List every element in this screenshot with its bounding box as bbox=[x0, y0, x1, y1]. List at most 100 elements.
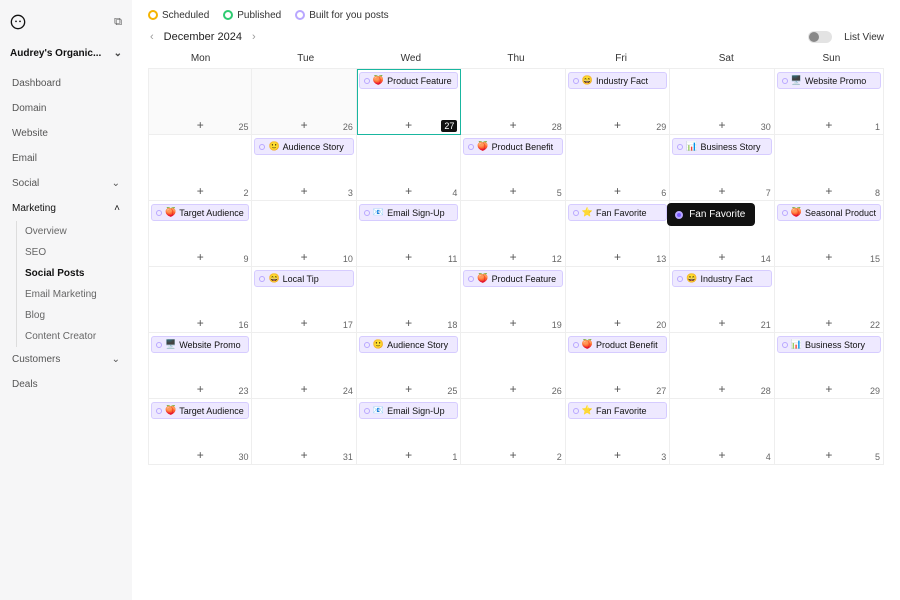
add-event-button[interactable]: + bbox=[197, 382, 204, 396]
calendar-cell[interactable]: +24 bbox=[252, 333, 356, 399]
add-event-button[interactable]: + bbox=[405, 184, 412, 198]
calendar-event[interactable]: ⭐Fan Favorite bbox=[568, 402, 667, 419]
calendar-cell[interactable]: 🙂Audience Story+3 bbox=[252, 135, 356, 201]
sidebar-item-dashboard[interactable]: Dashboard bbox=[10, 71, 122, 96]
add-event-button[interactable]: + bbox=[825, 250, 832, 264]
calendar-event[interactable]: 📧Email Sign-Up bbox=[359, 402, 458, 419]
calendar-event[interactable]: 🖥️Website Promo bbox=[151, 336, 249, 353]
calendar-cell[interactable]: +10 bbox=[252, 201, 356, 267]
add-event-button[interactable]: + bbox=[301, 316, 308, 330]
add-event-button[interactable]: + bbox=[510, 448, 517, 462]
calendar-event[interactable]: 🍑Product Benefit bbox=[568, 336, 667, 353]
add-event-button[interactable]: + bbox=[405, 118, 412, 132]
add-event-button[interactable]: + bbox=[718, 382, 725, 396]
calendar-cell[interactable]: +4 bbox=[357, 135, 461, 201]
sidebar-item-deals[interactable]: Deals bbox=[10, 372, 122, 397]
calendar-event[interactable]: 🍑Target Audience bbox=[151, 402, 249, 419]
store-selector[interactable]: Audrey's Organic... ⌄ bbox=[10, 48, 122, 59]
calendar-cell[interactable]: +31 bbox=[252, 399, 356, 465]
add-event-button[interactable]: + bbox=[510, 316, 517, 330]
add-event-button[interactable]: + bbox=[197, 184, 204, 198]
add-event-button[interactable]: + bbox=[405, 316, 412, 330]
calendar-cell[interactable]: 😄Industry Fact+21 bbox=[670, 267, 774, 333]
add-event-button[interactable]: + bbox=[718, 118, 725, 132]
calendar-cell[interactable]: +28 bbox=[461, 69, 565, 135]
calendar-event[interactable]: 🖥️Website Promo bbox=[777, 72, 881, 89]
add-event-button[interactable]: + bbox=[614, 382, 621, 396]
calendar-cell[interactable]: +2 bbox=[461, 399, 565, 465]
add-event-button[interactable]: + bbox=[718, 448, 725, 462]
next-month-button[interactable]: › bbox=[250, 31, 258, 43]
sidebar-item-email[interactable]: Email bbox=[10, 146, 122, 171]
calendar-cell[interactable]: +18 bbox=[357, 267, 461, 333]
sidebar-item-social[interactable]: Social⌄ bbox=[10, 171, 122, 196]
list-view-toggle[interactable] bbox=[808, 31, 832, 43]
add-event-button[interactable]: + bbox=[197, 316, 204, 330]
calendar-cell[interactable]: ⭐Fan Favorite+3 bbox=[566, 399, 670, 465]
calendar-cell[interactable]: 🖥️Website Promo+1 bbox=[775, 69, 884, 135]
add-event-button[interactable]: + bbox=[301, 250, 308, 264]
calendar-cell[interactable]: +20 bbox=[566, 267, 670, 333]
sidebar-item-domain[interactable]: Domain bbox=[10, 96, 122, 121]
add-event-button[interactable]: + bbox=[718, 184, 725, 198]
add-event-button[interactable]: + bbox=[825, 316, 832, 330]
calendar-event[interactable]: 📧Email Sign-Up bbox=[359, 204, 458, 221]
collapse-sidebar-icon[interactable]: ⧉ bbox=[114, 16, 122, 29]
add-event-button[interactable]: + bbox=[510, 118, 517, 132]
add-event-button[interactable]: + bbox=[718, 250, 725, 264]
add-event-button[interactable]: + bbox=[614, 316, 621, 330]
calendar-cell[interactable]: +28 bbox=[670, 333, 774, 399]
calendar-event[interactable]: 🙂Audience Story bbox=[359, 336, 458, 353]
calendar-cell[interactable]: 📧Email Sign-Up+1 bbox=[357, 399, 461, 465]
calendar-cell[interactable]: 🍑Target Audience+9 bbox=[148, 201, 252, 267]
calendar-cell[interactable]: +22 bbox=[775, 267, 884, 333]
calendar-cell[interactable]: 🍑Product Feature+27 bbox=[357, 69, 461, 135]
sidebar-subitem-blog[interactable]: Blog bbox=[25, 305, 122, 326]
sidebar-item-website[interactable]: Website bbox=[10, 121, 122, 146]
calendar-cell[interactable]: 🍑Seasonal Product+15 bbox=[775, 201, 884, 267]
sidebar-subitem-social-posts[interactable]: Social Posts bbox=[25, 263, 122, 284]
calendar-cell[interactable]: 🍑Product Benefit+27 bbox=[566, 333, 670, 399]
add-event-button[interactable]: + bbox=[197, 118, 204, 132]
add-event-button[interactable]: + bbox=[825, 118, 832, 132]
add-event-button[interactable]: + bbox=[825, 184, 832, 198]
sidebar-subitem-content-creator[interactable]: Content Creator bbox=[25, 326, 122, 347]
add-event-button[interactable]: + bbox=[614, 118, 621, 132]
calendar-cell[interactable]: +26 bbox=[461, 333, 565, 399]
add-event-button[interactable]: + bbox=[718, 316, 725, 330]
calendar-event[interactable]: 🍑Seasonal Product bbox=[777, 204, 881, 221]
add-event-button[interactable]: + bbox=[405, 250, 412, 264]
calendar-event[interactable]: 🍑Product Feature bbox=[463, 270, 562, 287]
prev-month-button[interactable]: ‹ bbox=[148, 31, 156, 43]
calendar-cell[interactable]: 📧Email Sign-Up+11 bbox=[357, 201, 461, 267]
calendar-cell[interactable]: 📊Business Story+7 bbox=[670, 135, 774, 201]
calendar-cell[interactable]: +30 bbox=[670, 69, 774, 135]
calendar-event[interactable]: ⭐Fan Favorite bbox=[568, 204, 667, 221]
add-event-button[interactable]: + bbox=[301, 118, 308, 132]
calendar-cell[interactable]: 😄Industry Fact+29 bbox=[566, 69, 670, 135]
calendar-cell[interactable]: +25 bbox=[148, 69, 252, 135]
calendar-cell[interactable]: +26 bbox=[252, 69, 356, 135]
calendar-cell[interactable]: 🖥️Website Promo+23 bbox=[148, 333, 252, 399]
calendar-event[interactable]: 🍑Product Benefit bbox=[463, 138, 562, 155]
calendar-cell[interactable]: 🍑Product Feature+19 bbox=[461, 267, 565, 333]
calendar-cell[interactable]: 🍑Product Benefit+5 bbox=[461, 135, 565, 201]
calendar-cell[interactable]: 📊Business Story+29 bbox=[775, 333, 884, 399]
sidebar-item-marketing[interactable]: Marketing˄ bbox=[10, 196, 122, 221]
add-event-button[interactable]: + bbox=[825, 382, 832, 396]
add-event-button[interactable]: + bbox=[301, 184, 308, 198]
add-event-button[interactable]: + bbox=[825, 448, 832, 462]
calendar-event[interactable]: 🙂Audience Story bbox=[254, 138, 353, 155]
add-event-button[interactable]: + bbox=[614, 448, 621, 462]
add-event-button[interactable]: + bbox=[510, 382, 517, 396]
calendar-event[interactable]: 📊Business Story bbox=[777, 336, 881, 353]
calendar-cell[interactable]: +16 bbox=[148, 267, 252, 333]
calendar-cell[interactable]: +4 bbox=[670, 399, 774, 465]
calendar-cell[interactable]: 🙂Audience Story+25 bbox=[357, 333, 461, 399]
add-event-button[interactable]: + bbox=[301, 382, 308, 396]
add-event-button[interactable]: + bbox=[197, 250, 204, 264]
add-event-button[interactable]: + bbox=[405, 448, 412, 462]
calendar-cell[interactable]: +6 bbox=[566, 135, 670, 201]
add-event-button[interactable]: + bbox=[197, 448, 204, 462]
sidebar-subitem-seo[interactable]: SEO bbox=[25, 242, 122, 263]
